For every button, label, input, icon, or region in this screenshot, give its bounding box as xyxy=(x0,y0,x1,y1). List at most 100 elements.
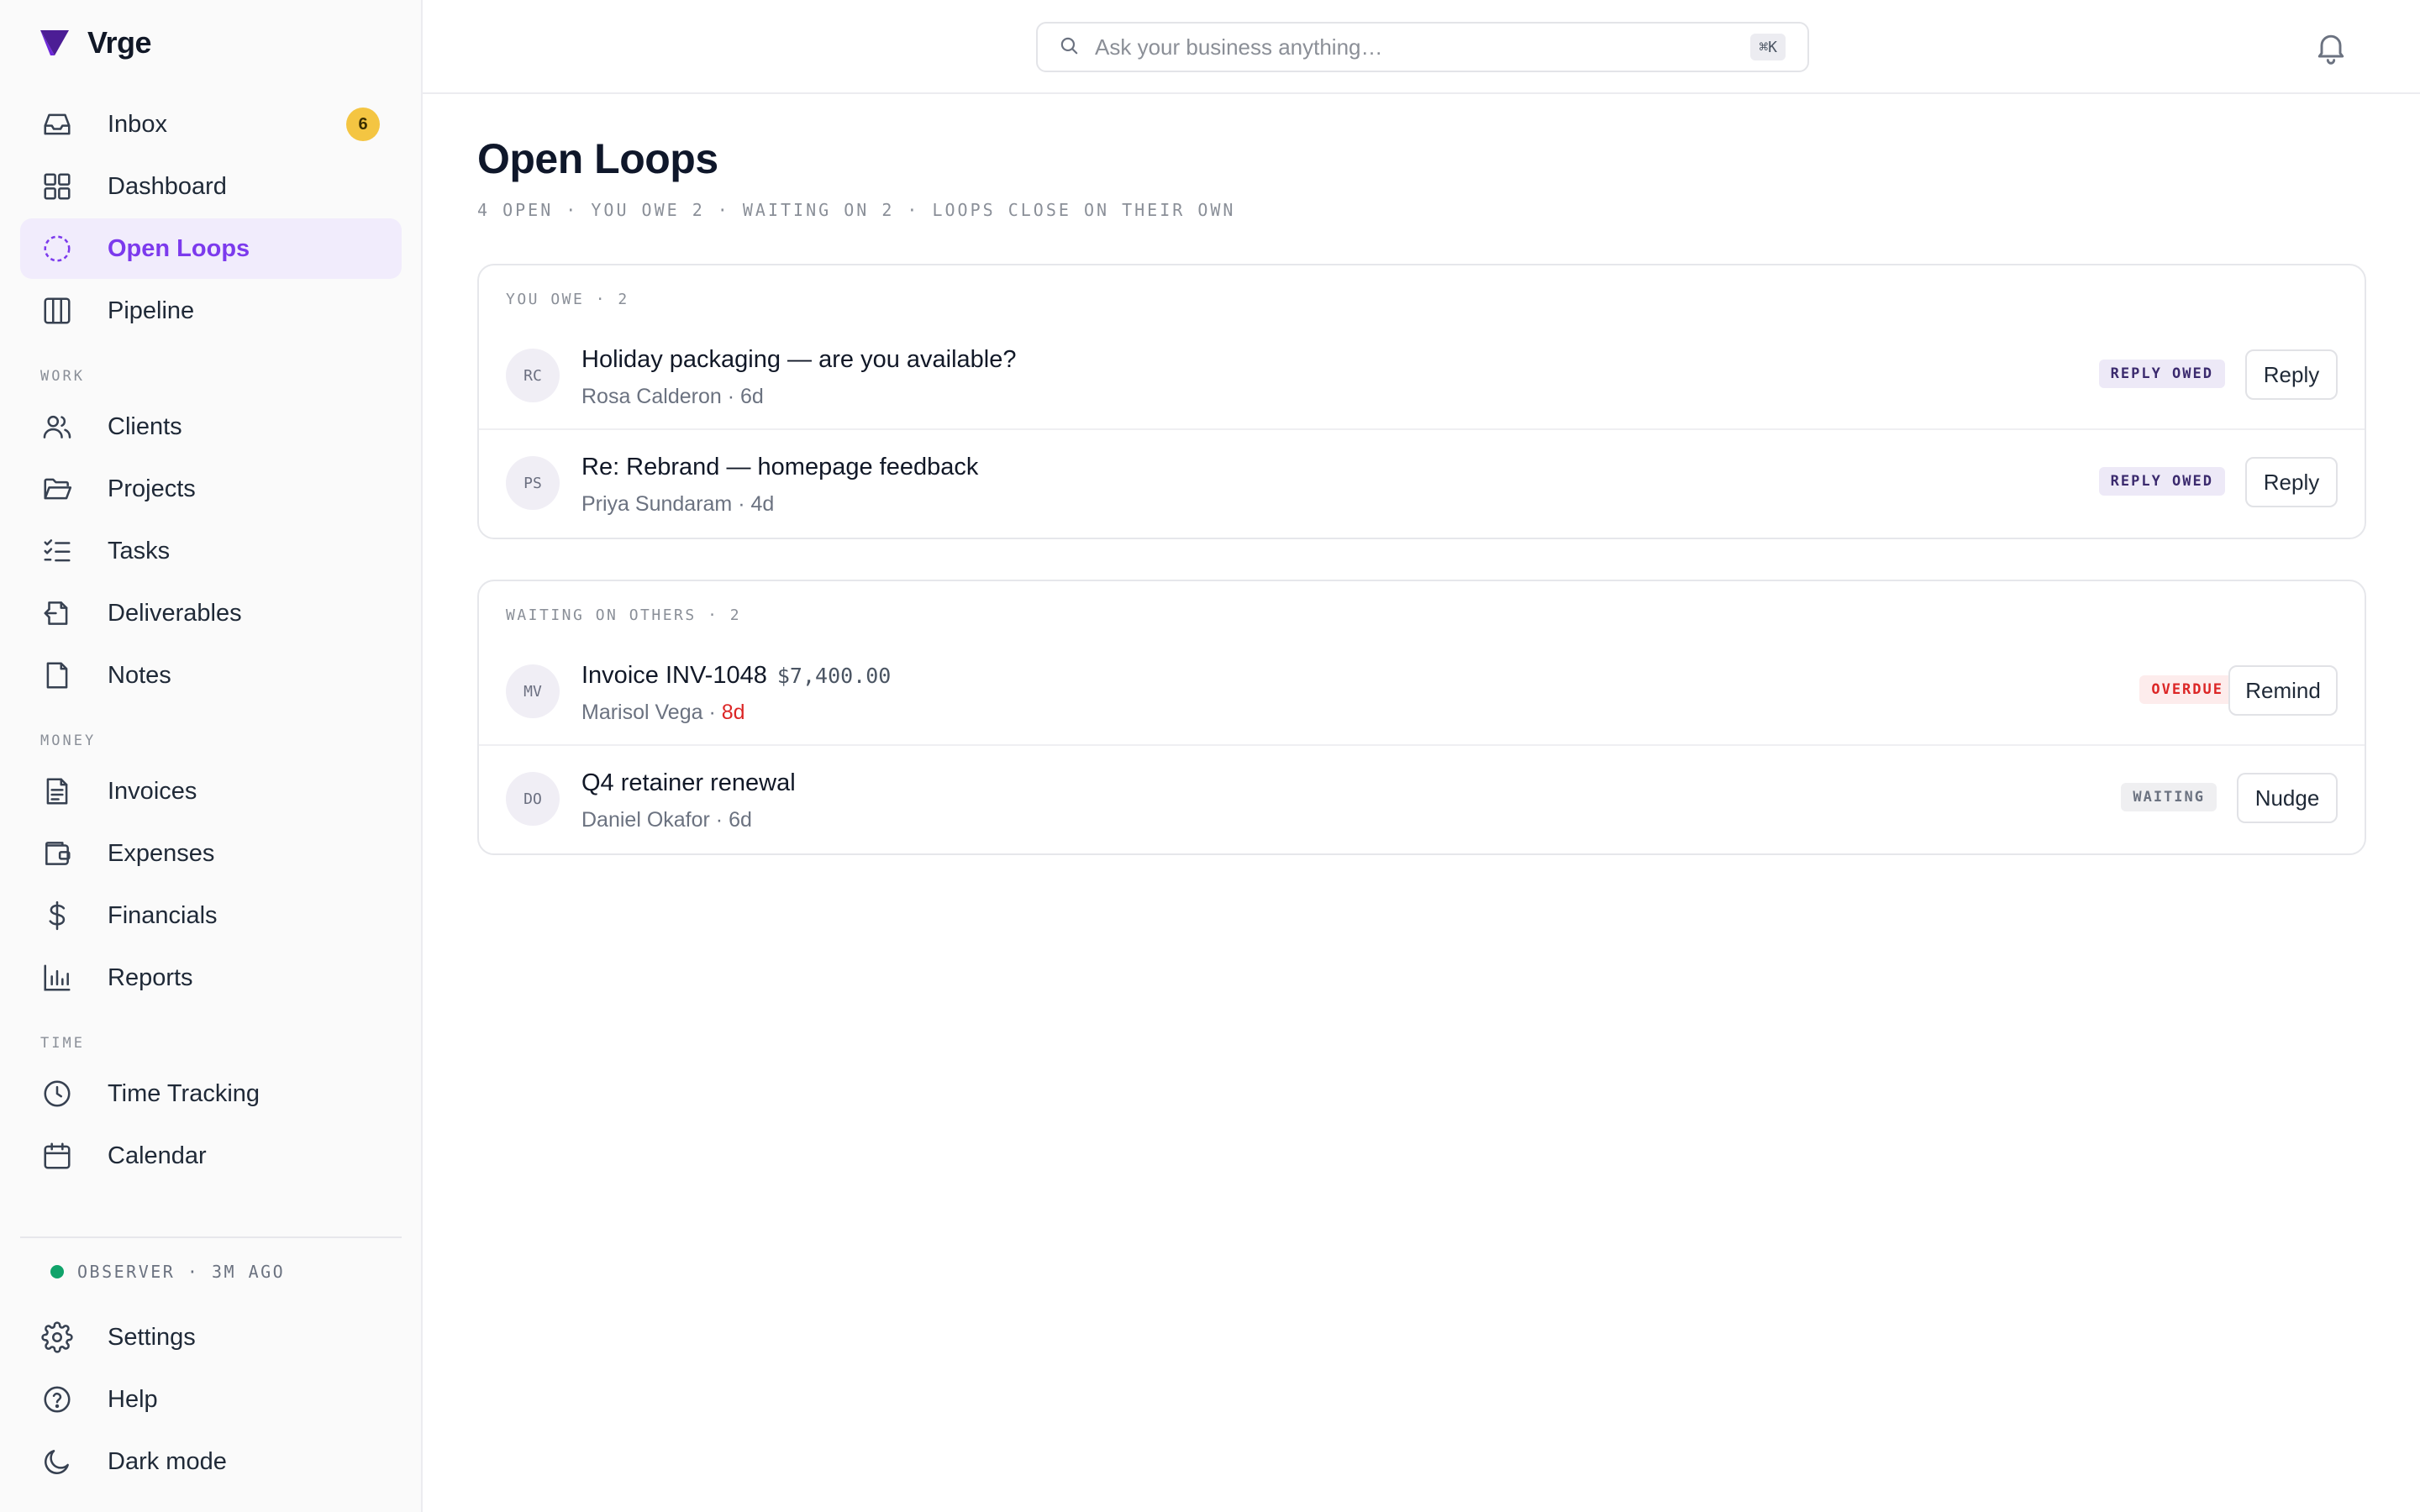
loop-title[interactable]: Invoice INV-1048 $7,400.00 xyxy=(581,662,891,690)
wallet-icon xyxy=(40,837,74,870)
avatar: DO xyxy=(506,772,560,826)
loop-title[interactable]: Re: Rebrand — homepage feedback xyxy=(581,454,978,481)
sidebar-item-pipeline[interactable]: Pipeline xyxy=(20,281,402,341)
avatar: MV xyxy=(506,664,560,718)
columns-icon xyxy=(40,294,74,328)
calendar-icon xyxy=(40,1139,74,1173)
observer-status-text: OBSERVER · 3M AGO xyxy=(77,1262,286,1282)
status-badge: OVERDUE xyxy=(2139,675,2235,704)
app-name: Vrge xyxy=(87,25,152,60)
loop-age: 6d xyxy=(729,808,752,832)
top-bar: ⌘K xyxy=(423,0,2420,94)
sidebar-item-expenses[interactable]: Expenses xyxy=(20,823,402,884)
dark-mode-toggle[interactable]: Dark mode xyxy=(20,1431,402,1492)
sidebar-item-label: Invoices xyxy=(108,777,197,805)
sidebar-item-label: Tasks xyxy=(108,537,171,564)
observer-status: OBSERVER · 3M AGO xyxy=(50,1262,285,1282)
users-icon xyxy=(40,410,74,444)
loop-person: Rosa Calderon xyxy=(581,385,722,408)
notifications-bell-icon[interactable] xyxy=(2312,29,2349,66)
clock-icon xyxy=(40,1077,74,1110)
group-label: YOU OWE · 2 xyxy=(506,291,629,308)
search-bar[interactable]: ⌘K xyxy=(1036,22,1809,72)
sidebar-item-label: Dashboard xyxy=(108,172,227,200)
invoice-amount: $7,400.00 xyxy=(776,664,892,688)
page-summary: 4 OPEN · YOU OWE 2 · WAITING ON 2 · LOOP… xyxy=(477,200,1236,220)
sidebar-item-clients[interactable]: Clients xyxy=(20,396,402,457)
sidebar-item-time-tracking[interactable]: Time Tracking xyxy=(20,1063,402,1124)
loop-title[interactable]: Holiday packaging — are you available? xyxy=(581,346,1016,374)
sidebar-item-calendar[interactable]: Calendar xyxy=(20,1126,402,1186)
section-label-time: TIME xyxy=(40,1035,85,1052)
page-title: Open Loops xyxy=(477,135,718,182)
sidebar-item-financials[interactable]: Financials xyxy=(20,885,402,946)
loop-age-overdue: 8d xyxy=(721,701,745,724)
section-label-money: MONEY xyxy=(40,732,97,749)
loop-person: Priya Sundaram xyxy=(581,492,733,516)
sidebar-item-settings[interactable]: Settings xyxy=(20,1307,402,1368)
dashed-circle-icon xyxy=(40,232,74,265)
inbox-icon xyxy=(40,108,74,141)
sidebar-item-invoices[interactable]: Invoices xyxy=(20,761,402,822)
loop-meta: Priya Sundaram · 4d xyxy=(581,492,775,516)
loop-row[interactable]: DO Q4 retainer renewal Daniel Okafor · 6… xyxy=(479,744,2365,850)
invoice-icon xyxy=(40,774,74,808)
sidebar-item-open-loops[interactable]: Open Loops xyxy=(20,218,402,279)
checklist-icon xyxy=(40,534,74,568)
status-dot xyxy=(50,1265,64,1278)
gear-icon xyxy=(40,1320,74,1354)
sidebar-item-deliverables[interactable]: Deliverables xyxy=(20,583,402,643)
sidebar-item-label: Settings xyxy=(108,1323,196,1351)
sidebar-item-label: Open Loops xyxy=(108,234,250,262)
you-owe-card: YOU OWE · 2 RC Holiday packaging — are y… xyxy=(477,264,2366,539)
brand[interactable]: Vrge xyxy=(40,25,152,60)
nudge-button[interactable]: Nudge xyxy=(2237,773,2338,823)
loop-person: Daniel Okafor xyxy=(581,808,710,832)
remind-button[interactable]: Remind xyxy=(2228,665,2338,716)
search-input[interactable] xyxy=(1095,34,1733,60)
grid-icon xyxy=(40,170,74,203)
sidebar-divider xyxy=(20,1236,402,1238)
sidebar-item-help[interactable]: Help xyxy=(20,1369,402,1430)
sidebar-item-label: Projects xyxy=(108,475,196,502)
sidebar-item-notes[interactable]: Notes xyxy=(20,645,402,706)
moon-icon xyxy=(40,1445,74,1478)
waiting-on-others-card: WAITING ON OTHERS · 2 MV Invoice INV-104… xyxy=(477,580,2366,855)
sidebar-item-label: Deliverables xyxy=(108,599,242,627)
help-circle-icon xyxy=(40,1383,74,1416)
reply-button[interactable]: Reply xyxy=(2245,457,2338,507)
loop-row[interactable]: PS Re: Rebrand — homepage feedback Priya… xyxy=(479,428,2365,534)
loop-person: Marisol Vega xyxy=(581,701,703,724)
search-shortcut-hint: ⌘K xyxy=(1750,34,1786,60)
sidebar-item-label: Notes xyxy=(108,661,171,689)
sidebar-item-dashboard[interactable]: Dashboard xyxy=(20,156,402,217)
sidebar-item-label: Calendar xyxy=(108,1142,207,1169)
loop-meta: Rosa Calderon · 6d xyxy=(581,385,764,408)
sidebar-item-reports[interactable]: Reports xyxy=(20,948,402,1008)
status-badge: WAITING xyxy=(2121,783,2217,811)
loop-title-text: Invoice INV-1048 xyxy=(581,662,767,689)
folder-open-icon xyxy=(40,472,74,506)
sidebar-item-label: Inbox xyxy=(108,110,167,138)
sidebar-item-tasks[interactable]: Tasks xyxy=(20,521,402,581)
sidebar-item-label: Pipeline xyxy=(108,297,195,324)
status-badge: REPLY OWED xyxy=(2098,360,2225,388)
sidebar-item-label: Expenses xyxy=(108,839,215,867)
vrge-logo-icon xyxy=(40,30,69,55)
avatar: RC xyxy=(506,349,560,402)
loop-meta: Marisol Vega · 8d xyxy=(581,701,745,724)
loop-row[interactable]: RC Holiday packaging — are you available… xyxy=(479,323,2365,428)
inbox-count-badge: 6 xyxy=(346,108,380,141)
sidebar-item-inbox[interactable]: Inbox 6 xyxy=(20,94,402,155)
sidebar-item-label: Clients xyxy=(108,412,182,440)
loop-meta: Daniel Okafor · 6d xyxy=(581,808,752,832)
sidebar-item-label: Financials xyxy=(108,901,218,929)
section-label-work: WORK xyxy=(40,368,85,385)
sidebar-item-label: Dark mode xyxy=(108,1447,227,1475)
loop-age: 4d xyxy=(750,492,775,516)
reply-button[interactable]: Reply xyxy=(2245,349,2338,400)
sidebar-item-label: Help xyxy=(108,1385,158,1413)
sidebar-item-projects[interactable]: Projects xyxy=(20,459,402,519)
loop-row[interactable]: MV Invoice INV-1048 $7,400.00 Marisol Veg… xyxy=(479,638,2365,744)
loop-title[interactable]: Q4 retainer renewal xyxy=(581,769,796,797)
